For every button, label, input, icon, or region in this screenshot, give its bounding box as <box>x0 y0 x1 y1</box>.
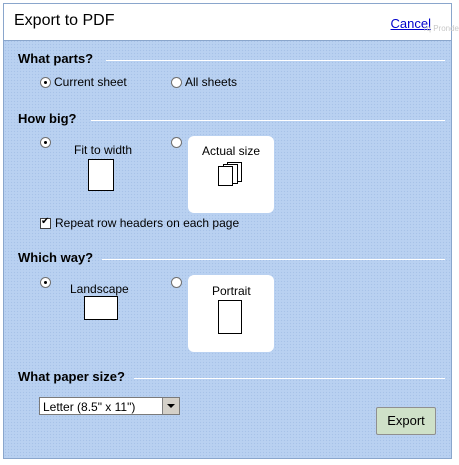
actual-size-radio[interactable] <box>171 137 182 148</box>
portrait-page-icon <box>218 300 242 334</box>
portrait-radio[interactable] <box>171 277 182 288</box>
paper-size-value: Letter (8.5" x 11") <box>43 400 136 414</box>
orientation-heading: Which way? <box>18 250 94 265</box>
actual-size-card[interactable]: Actual size <box>188 136 274 213</box>
parts-divider <box>106 60 445 61</box>
size-heading: How big? <box>18 111 77 126</box>
repeat-headers-checkbox[interactable] <box>40 216 51 229</box>
repeat-headers-label: Repeat row headers on each page <box>55 216 240 230</box>
export-button[interactable]: Export <box>376 407 436 435</box>
paper-heading: What paper size? <box>18 369 125 384</box>
dialog-titlebar: Export to PDF Cancel <box>4 4 451 41</box>
size-divider <box>91 120 445 121</box>
paper-size-select[interactable]: Letter (8.5" x 11") <box>39 397 180 415</box>
parts-heading: What parts? <box>18 51 94 66</box>
portrait-card[interactable]: Portrait <box>188 275 274 352</box>
corner-note: rq Pronde <box>423 24 459 33</box>
paper-divider <box>134 378 445 379</box>
all-sheets-radio[interactable] <box>171 77 182 88</box>
landscape-label: Landscape <box>70 282 129 296</box>
stacked-pages-icon <box>218 166 233 186</box>
portrait-label: Portrait <box>212 284 251 298</box>
fit-to-width-radio[interactable] <box>40 137 51 148</box>
dialog-title: Export to PDF <box>14 12 115 29</box>
current-sheet-radio[interactable] <box>40 77 51 88</box>
landscape-page-icon <box>84 296 118 320</box>
fit-to-width-label: Fit to width <box>74 143 133 157</box>
landscape-radio[interactable] <box>40 277 51 288</box>
export-dialog: Export to PDF Cancel What parts? Current… <box>3 3 452 459</box>
chevron-down-icon[interactable] <box>162 398 179 414</box>
fit-to-width-page-icon <box>88 159 114 191</box>
actual-size-label: Actual size <box>202 144 261 158</box>
all-sheets-label: All sheets <box>185 75 238 89</box>
orientation-divider <box>102 259 445 260</box>
current-sheet-label: Current sheet <box>54 75 127 89</box>
